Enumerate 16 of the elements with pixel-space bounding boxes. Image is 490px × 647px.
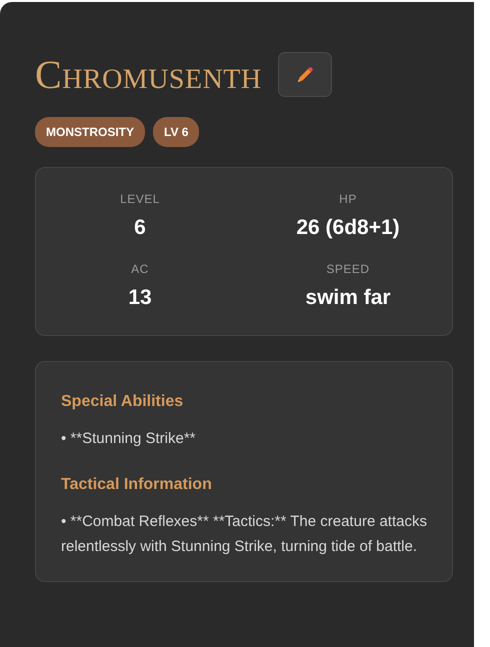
stat-label: AC [131, 260, 149, 278]
tag-badge: MONSTROSITY [35, 117, 146, 147]
stat-value: 26 (6d8+1) [296, 215, 400, 241]
stat-label: LEVEL [120, 191, 160, 208]
stat-value: swim far [305, 284, 391, 310]
section-text: • **Stunning Strike** [61, 429, 196, 449]
stat-value: 13 [128, 284, 152, 310]
section-text: • **Combat Reflexes** **Tactics:** The creature attacks relentlessly with Stunning Strike, turning tide of battle. [61, 512, 427, 557]
stat-value: 6 [134, 215, 146, 241]
section-heading: Special Abilities [61, 392, 184, 412]
stat-label: HP [339, 191, 357, 208]
creature-name: Chromusenth [35, 54, 262, 94]
edit-button[interactable] [278, 52, 332, 97]
tag-badge: LV 6 [153, 117, 200, 147]
stat-label: SPEED [326, 260, 370, 278]
section-heading: Tactical Information [61, 475, 213, 495]
